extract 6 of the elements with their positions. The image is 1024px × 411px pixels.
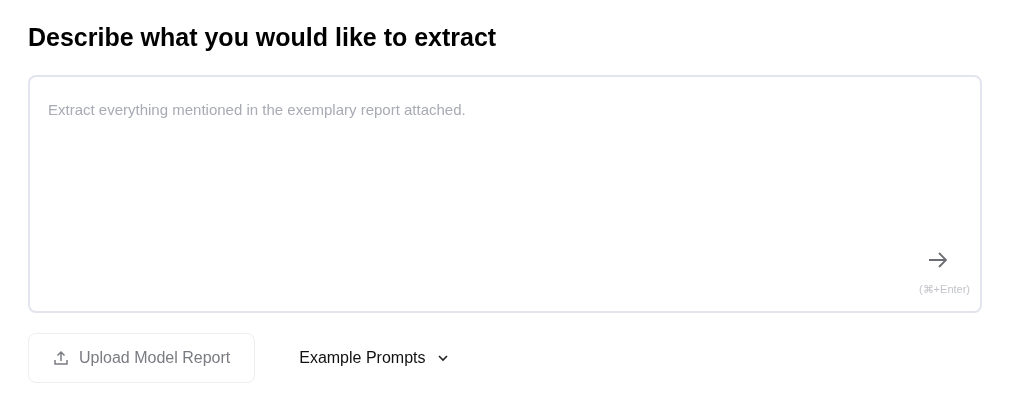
example-prompts-dropdown[interactable]: Example Prompts xyxy=(299,346,450,370)
upload-icon xyxy=(53,350,69,366)
shortcut-hint: (⌘+Enter) xyxy=(918,281,970,297)
chevron-down-icon xyxy=(437,354,450,362)
send-arrow-icon[interactable] xyxy=(928,251,948,269)
page-heading: Describe what you would like to extract xyxy=(28,22,498,53)
